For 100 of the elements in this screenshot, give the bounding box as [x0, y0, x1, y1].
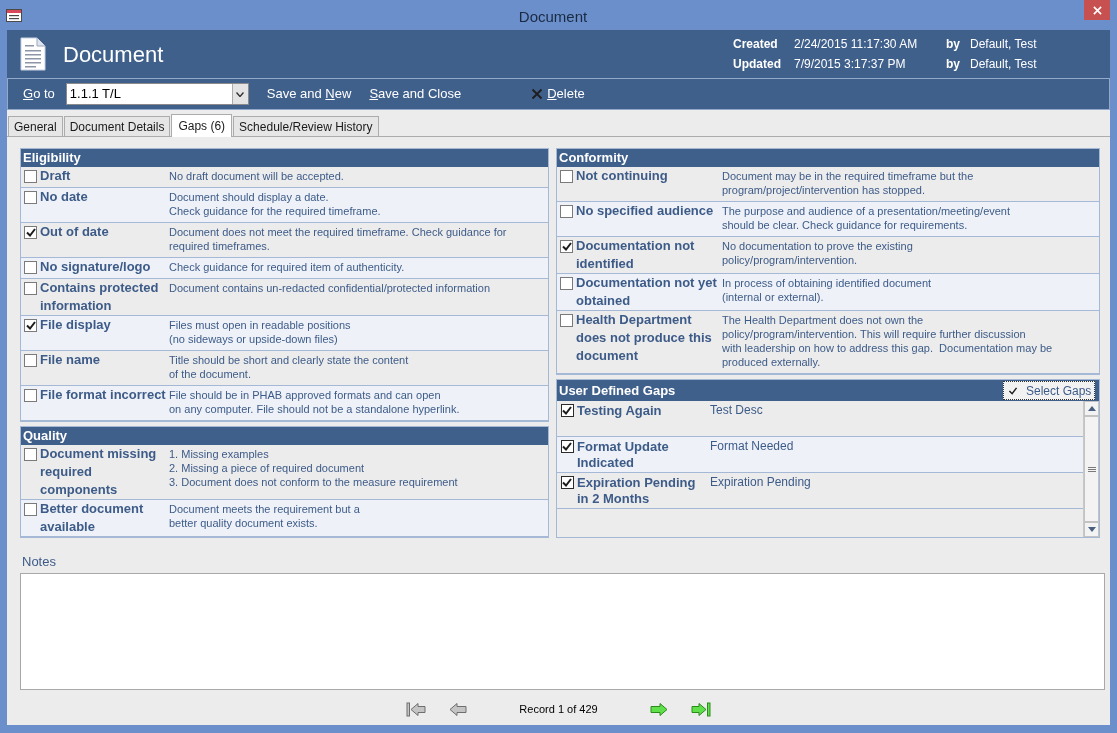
- audit-user: Default, Test: [970, 36, 1038, 53]
- gap-label: Draft: [40, 167, 72, 185]
- gap-description: Title should be short and clearly state the content of the document.: [169, 353, 410, 382]
- gap-description: Document contains un-redacted confidential/protected information: [169, 281, 492, 296]
- arrow-right-bar-icon: [690, 701, 711, 717]
- checkbox[interactable]: [24, 319, 37, 332]
- checkbox[interactable]: [24, 170, 37, 183]
- checkbox[interactable]: [24, 261, 37, 274]
- gap-label: No signature/logo: [40, 258, 152, 276]
- tab[interactable]: Schedule/Review History: [233, 116, 379, 136]
- gap-description: No documentation to prove the existing policy/program/intervention.: [722, 239, 914, 268]
- gap-description: Test Desc: [710, 402, 764, 419]
- scroll-down-button[interactable]: [1084, 522, 1099, 537]
- gap-label: File format incorrect: [40, 386, 167, 404]
- arrow-right-icon: [649, 701, 668, 717]
- triangle-down-icon: [1087, 527, 1096, 532]
- triangle-up-icon: [1087, 406, 1096, 411]
- caret-down-icon: [236, 91, 245, 97]
- scrollbar[interactable]: [1083, 401, 1099, 537]
- dropdown-button[interactable]: [231, 84, 248, 104]
- audit-label: Updated: [733, 56, 782, 73]
- checkbox[interactable]: [24, 389, 37, 402]
- gap-description: Document does not meet the required timeframe. Check guidance for required timeframes.: [169, 225, 508, 254]
- checkbox[interactable]: [560, 240, 573, 253]
- gap-label: Document missing required components: [40, 445, 158, 499]
- audit-date: 2/24/2015 11:17:30 AM: [794, 36, 919, 53]
- toolbar-button[interactable]: Save and New: [264, 84, 354, 104]
- form-title: Document: [63, 40, 164, 69]
- checkbox[interactable]: [560, 404, 574, 417]
- checkbox[interactable]: [24, 354, 37, 367]
- audit-by-label: by: [946, 56, 961, 73]
- check-icon: [562, 442, 572, 451]
- notes-field[interactable]: [20, 573, 1105, 690]
- checkbox[interactable]: [560, 440, 574, 453]
- gap-label: File display: [40, 316, 112, 334]
- scroll-up-button[interactable]: [1084, 401, 1099, 416]
- window-title: Document: [517, 7, 589, 27]
- check-icon: [25, 321, 36, 330]
- gap-label: No date: [40, 188, 89, 206]
- record-counter: Record 1 of 429: [519, 702, 598, 717]
- checkbox[interactable]: [24, 226, 37, 239]
- audit-date: 7/9/2015 3:17:37 PM: [794, 56, 907, 73]
- goto-combobox[interactable]: 1.1.1 T/L: [65, 83, 249, 105]
- gap-description: The purpose and audience of a presentation/meeting/event should be clear. Check guidance for requirements.: [722, 204, 1012, 233]
- gap-description: 1. Missing examples 2. Missing a piece of required document 3. Document does not conform to the measure requirement: [169, 447, 459, 490]
- gap-label: Health Department does not produce this document: [576, 311, 713, 365]
- checkbox[interactable]: [24, 503, 37, 516]
- audit-user: Default, Test: [970, 56, 1038, 73]
- gap-label: Better document available: [40, 500, 145, 536]
- check-icon: [25, 228, 36, 237]
- checkbox[interactable]: [560, 277, 573, 290]
- checkbox[interactable]: [560, 170, 573, 183]
- tab[interactable]: General: [8, 116, 63, 136]
- gap-label: Not continuing: [576, 167, 669, 185]
- next-record-button[interactable]: [649, 701, 668, 717]
- gap-label: File name: [40, 351, 101, 369]
- checkbox[interactable]: [24, 191, 37, 204]
- check-icon: [562, 406, 572, 415]
- select-gaps-button[interactable]: Select Gaps: [1003, 381, 1095, 400]
- scrollbar-thumb[interactable]: [1084, 416, 1099, 522]
- document-icon: [20, 37, 46, 71]
- section-heading: User Defined Gaps: [559, 381, 676, 400]
- gap-description: Files must open in readable positions (no sideways or upside-down files): [169, 318, 352, 347]
- gap-label: No specified audience: [576, 202, 715, 220]
- gap-label: Testing Again: [577, 402, 663, 420]
- gap-description: Expiration Pending: [710, 474, 812, 491]
- notes-label: Notes: [22, 554, 57, 570]
- tab[interactable]: Gaps (6): [171, 114, 233, 137]
- check-icon: [1008, 386, 1018, 395]
- close-button[interactable]: [1084, 0, 1110, 20]
- last-record-button[interactable]: [690, 701, 711, 717]
- x-icon: [531, 88, 544, 100]
- gap-description: In process of obtaining identified document (internal or external).: [722, 276, 933, 305]
- gap-label: Format Update Indicated: [577, 438, 670, 472]
- tab[interactable]: Document Details: [63, 116, 171, 136]
- audit-label: Created: [733, 36, 779, 53]
- gap-description: Document meets the requirement but a better quality document exists.: [169, 502, 361, 531]
- checkbox[interactable]: [560, 205, 573, 218]
- gap-label: Out of date: [40, 223, 110, 241]
- gap-description: Document may be in the required timeframe but the program/project/intervention has stopped.: [722, 169, 975, 198]
- section-heading: Eligibility: [21, 149, 548, 167]
- checkbox[interactable]: [560, 476, 574, 489]
- checkbox[interactable]: [560, 314, 573, 327]
- toolbar-button[interactable]: Save and Close: [367, 84, 464, 104]
- close-icon: [1092, 5, 1102, 15]
- window-icon: [6, 9, 22, 22]
- gap-label: Contains protected information: [40, 279, 160, 315]
- audit-by-label: by: [946, 36, 961, 53]
- section-heading: Conformity: [557, 149, 1099, 167]
- bar-arrow-left-icon: [406, 701, 427, 717]
- checkbox[interactable]: [24, 448, 37, 461]
- gap-label: Documentation not identified: [576, 237, 696, 273]
- gap-description: Document should display a date. Check guidance for the required timeframe.: [169, 190, 382, 219]
- checkbox[interactable]: [24, 282, 37, 295]
- delete-button[interactable]: Delete: [529, 84, 587, 104]
- gap-label: Documentation not yet obtained: [576, 274, 718, 310]
- arrow-left-icon: [449, 701, 468, 717]
- gap-description: The Health Department does not own the policy/program/intervention. This will require further discussion with leadership on how to address this gap. Documentation may be produced externally.: [722, 313, 1054, 370]
- gap-description: No draft document will be accepted.: [169, 169, 345, 184]
- check-icon: [562, 478, 572, 487]
